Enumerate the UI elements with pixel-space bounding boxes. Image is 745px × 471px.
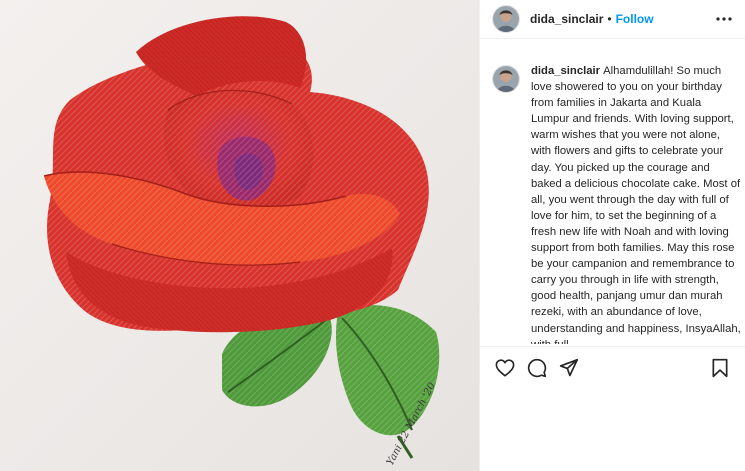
bookmark-icon[interactable] <box>707 355 733 381</box>
post-actions-bar <box>480 354 745 382</box>
user-avatar-image <box>493 6 519 32</box>
post-header: dida_sinclair • Follow <box>480 0 745 39</box>
header-separator: • <box>607 12 612 26</box>
rose-petals <box>43 16 429 333</box>
avatar[interactable] <box>492 5 520 33</box>
caption-body: Alhamdulillah! So much love showered to … <box>531 65 741 344</box>
heart-icon[interactable] <box>492 355 518 381</box>
share-icon[interactable] <box>556 355 582 381</box>
post-caption: dida_sinclair Alhamdulillah! So much love… <box>492 63 742 344</box>
instagram-post-window: Yani 22 March '20 dida_sinclair • Follow <box>0 0 745 471</box>
rose-drawing: Yani 22 March '20 <box>43 16 440 467</box>
actions-divider <box>480 346 745 347</box>
user-avatar-image <box>493 66 519 92</box>
comment-icon[interactable] <box>524 355 550 381</box>
follow-button[interactable]: Follow <box>616 12 654 26</box>
post-sidebar: dida_sinclair • Follow dida_sinclair Alh… <box>479 0 745 471</box>
avatar[interactable] <box>492 65 520 93</box>
post-image[interactable]: Yani 22 March '20 <box>0 0 479 471</box>
header-username[interactable]: dida_sinclair <box>530 12 603 26</box>
caption-text-block: dida_sinclair Alhamdulillah! So much love… <box>531 63 742 344</box>
caption-username[interactable]: dida_sinclair <box>531 65 600 77</box>
more-options-icon[interactable] <box>716 11 732 27</box>
